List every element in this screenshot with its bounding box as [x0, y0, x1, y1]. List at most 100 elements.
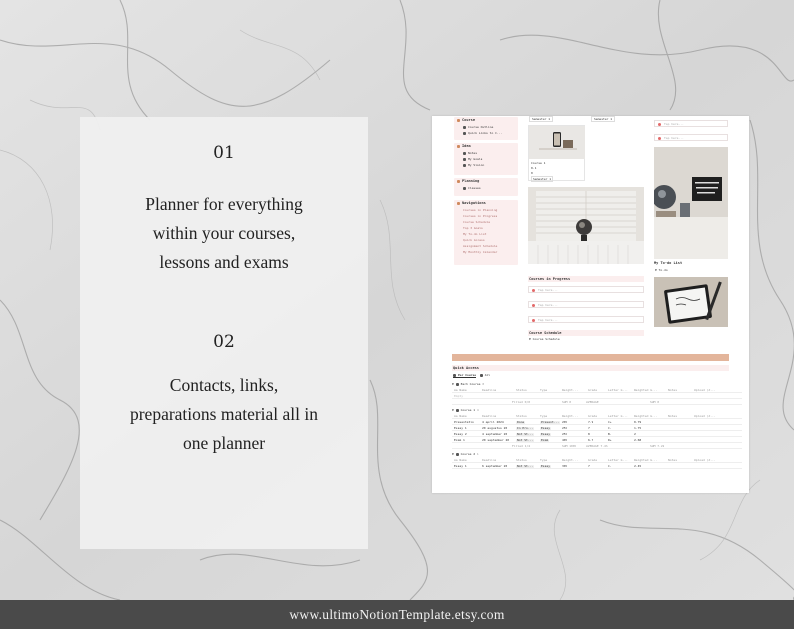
dot-icon [532, 318, 535, 322]
section-divider [452, 354, 729, 361]
grid-icon [453, 373, 456, 377]
feature-card: 01 Planner for everything within your co… [80, 117, 368, 549]
weighted-value: 2 [634, 432, 636, 436]
semester-tag: Semester 1 [591, 116, 616, 122]
semester-tag: Semester 1 [531, 176, 554, 182]
group-count: 0 [482, 382, 485, 386]
todo-item[interactable]: Tap here... [654, 120, 728, 127]
summary-cell: SUM 100% [562, 444, 577, 448]
notion-template-preview: Course Course Outline Quick Links to C..… [432, 116, 749, 493]
tablet-photo [654, 277, 728, 327]
course-card[interactable]: Course 1 0.1 0 Semester 1 [528, 125, 585, 182]
nav-link[interactable]: Courses in Planning [463, 208, 497, 212]
courses-in-progress-title: Courses in Progress [528, 276, 644, 282]
summary-row: Filled 1/4 SUM 100% AVERAGE 7.4% SUM 7.2… [452, 443, 742, 449]
nav-link[interactable]: Notes [468, 151, 477, 155]
feature-2-text: Contacts, links, preparations material a… [80, 371, 368, 458]
course-card-progress: 0.1 [531, 166, 537, 170]
weighted-value: 2.68 [634, 438, 642, 442]
page-icon [455, 452, 459, 456]
nav-title: Idea [462, 144, 471, 148]
summary-cell: SUM 0 [562, 400, 572, 404]
weighted-value: 2.45 [634, 464, 642, 468]
feature-1-line: lessons and exams [159, 252, 289, 272]
tab-per-course[interactable]: Per Course [453, 373, 477, 378]
dot-icon [532, 303, 535, 307]
deadline-value: 4 april 2024 [482, 420, 504, 424]
idea-icon [457, 144, 460, 148]
todo-item[interactable]: Tap here... [528, 316, 644, 323]
page-icon [463, 163, 466, 167]
cell-name: Essay 1 [454, 463, 467, 469]
page-icon [463, 125, 466, 129]
page-icon [455, 408, 459, 412]
nav-link[interactable]: My Goals [468, 157, 482, 161]
cell-weight: 30% [562, 463, 567, 469]
nav-box-idea: Idea Notes My Goals My Vision [454, 143, 518, 175]
nav-link[interactable]: Course Schedule [463, 220, 490, 224]
type-value: Essay [540, 464, 552, 469]
nav-link[interactable]: Quick Access [463, 238, 485, 242]
nav-link[interactable]: My Vision [468, 163, 484, 167]
todo-item[interactable]: Tap here... [528, 301, 644, 308]
letterboard-photo [654, 147, 728, 259]
todo-item[interactable]: Tap here... [654, 134, 728, 141]
summary-cell: AVERAGE 7.4% [586, 444, 608, 448]
course-card-title: Course 1 [531, 161, 546, 165]
name-value: Presentatio [454, 420, 474, 424]
status-value: Not St... [516, 464, 535, 469]
table-row[interactable]: Essay 1 6 september 20 Not St... Essay 30% 7 C… [452, 463, 742, 469]
cell-weighted: 2.45 [634, 463, 641, 469]
course-schedule-title: Course Schedule [528, 330, 644, 336]
grade-value: 8 [588, 432, 590, 436]
tab-all[interactable]: All [479, 373, 491, 377]
semester-tag: Semester 1 [529, 116, 554, 122]
feature-2-line: Contacts, links, [169, 375, 279, 395]
nav-title: Planning [462, 179, 480, 183]
nav-link[interactable]: Assignment Schedule [463, 244, 497, 248]
grid-icon [479, 373, 483, 377]
weighted-value: 1.75 [634, 426, 642, 430]
toggle-label: To-do [658, 268, 668, 272]
name-value: Essay 1 [454, 464, 467, 468]
group-1-rows: Presentatio 4 april 2024 Done Present... 20%… [452, 419, 742, 443]
dot-icon [658, 136, 661, 140]
name-value: Essay 2 [454, 432, 467, 436]
weight-value: 30% [562, 464, 568, 468]
nav-link[interactable]: Classes [468, 186, 481, 190]
todo-placeholder: Tap here... [538, 318, 558, 322]
letter-value: B- [608, 432, 612, 436]
phone-image-icon [539, 132, 577, 150]
course-card-count: 0 [531, 171, 533, 175]
cell-deadline: 6 september 20 [482, 463, 507, 469]
toggle-label: Course Schedule [532, 337, 560, 341]
todo-placeholder: Tap here... [538, 303, 558, 307]
group-count: 1 [476, 452, 479, 456]
navigation-icon [457, 201, 460, 205]
nav-link[interactable]: Course Outline [468, 125, 493, 129]
nav-link[interactable]: Quick Links to C... [468, 131, 502, 135]
deadline-value: 6 september 20 [482, 464, 508, 468]
todo-toggle[interactable]: ▼ To-do [655, 268, 668, 272]
letter-value: D+ [608, 438, 612, 442]
globe-photo-icon [528, 187, 644, 264]
nav-title: Course [462, 118, 475, 122]
nav-link[interactable]: Top 3 Goals [463, 226, 483, 230]
tab-label: Per Course [458, 373, 477, 377]
todo-placeholder: Tap here... [664, 136, 684, 140]
weight-value: 25% [562, 426, 568, 430]
grade-value: 7.9 [588, 420, 594, 424]
tab-label: All [484, 373, 491, 377]
summary-row: Filled 0/0 SUM 0 AVERAGE SUM 0 [452, 399, 742, 405]
feature-2-line: preparations material all in [129, 404, 319, 424]
nav-link[interactable]: Courses in Progress [463, 214, 497, 218]
footer-bar: www.ultimoNotionTemplate.etsy.com [0, 600, 794, 629]
cell-grade: 7 [588, 463, 590, 469]
footer-url[interactable]: www.ultimoNotionTemplate.etsy.com [289, 607, 504, 623]
feature-1-number: 01 [213, 143, 235, 163]
todo-item[interactable]: Tap here... [528, 286, 644, 293]
course-schedule-toggle[interactable]: ▼ Course Schedule [529, 337, 560, 341]
page-icon [463, 157, 466, 161]
nav-link[interactable]: My Monthly Calendar [463, 250, 497, 254]
nav-link[interactable]: My To-do List [463, 232, 486, 236]
